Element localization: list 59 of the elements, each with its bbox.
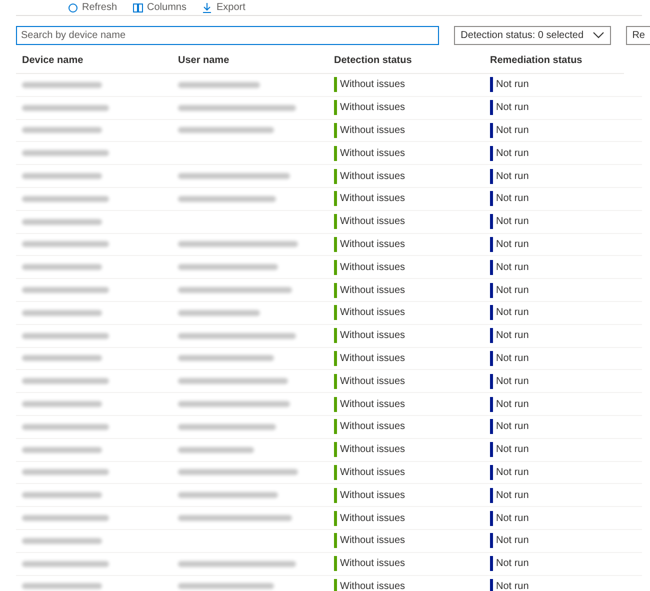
remediation-status: Not run [496, 512, 529, 526]
detection-status: Without issues [340, 170, 406, 184]
download-icon [202, 2, 212, 12]
detection-status: Without issues [340, 488, 406, 503]
column-header[interactable]: Detection status [328, 45, 484, 74]
toolbar-button[interactable]: Refresh [68, 2, 126, 14]
remediation-status: Not run [496, 466, 529, 480]
remediation-status: Not run [496, 374, 529, 389]
filter-button[interactable]: Re [626, 26, 650, 45]
detection-status: Without issues [340, 420, 406, 434]
remediation-status: Not run [496, 329, 529, 344]
remediation-status: Not run [496, 557, 529, 572]
column-header[interactable]: User name [172, 45, 328, 74]
remediation-status: Not run [496, 398, 529, 412]
detection-status: Without issues [340, 260, 406, 275]
search-field[interactable]: Search by device name [16, 26, 439, 45]
remediation-status: Not run [496, 101, 529, 116]
detection-status: Without issues [340, 512, 406, 526]
remediation-status: Not run [496, 146, 529, 161]
remediation-status: Not run [496, 124, 529, 138]
detection-status: Without issues [340, 443, 406, 458]
remediation-status: Not run [496, 352, 529, 366]
filter-dropdown[interactable]: Detection status: 0 selected [454, 26, 612, 45]
remediation-status: Not run [496, 306, 529, 320]
remediation-status: Not run [496, 580, 529, 591]
detection-status: Without issues [340, 398, 406, 412]
detection-status: Without issues [340, 215, 406, 230]
remediation-status: Not run [496, 488, 529, 503]
columns-icon [133, 2, 144, 12]
detection-status: Without issues [340, 534, 406, 548]
detection-status: Without issues [340, 557, 406, 572]
remediation-status: Not run [496, 420, 529, 434]
remediation-status: Not run [496, 215, 529, 230]
refresh-icon [68, 2, 78, 12]
remediation-status: Not run [496, 78, 529, 92]
remediation-status: Not run [496, 192, 529, 206]
detection-status: Without issues [340, 284, 406, 298]
detection-status: Without issues [340, 124, 406, 138]
detection-status: Without issues [340, 306, 406, 320]
detection-status: Without issues [340, 374, 406, 389]
detection-status: Without issues [340, 580, 406, 591]
detection-status: Without issues [340, 78, 406, 92]
detection-status: Without issues [340, 146, 406, 161]
detection-status: Without issues [340, 238, 406, 252]
remediation-status: Not run [496, 238, 529, 252]
column-header[interactable]: Device name [16, 45, 172, 74]
detection-status: Without issues [340, 101, 406, 116]
detection-status: Without issues [340, 352, 406, 366]
remediation-status: Not run [496, 534, 529, 548]
remediation-status: Not run [496, 284, 529, 298]
detection-status: Without issues [340, 329, 406, 344]
detection-status: Without issues [340, 466, 406, 480]
remediation-status: Not run [496, 443, 529, 458]
remediation-status: Not run [496, 170, 529, 184]
detection-status: Without issues [340, 192, 406, 206]
toolbar-button[interactable]: Export [202, 2, 254, 14]
toolbar-button[interactable]: Columns [133, 2, 194, 14]
remediation-status: Not run [496, 260, 529, 275]
column-header[interactable]: Remediation status [484, 45, 624, 74]
